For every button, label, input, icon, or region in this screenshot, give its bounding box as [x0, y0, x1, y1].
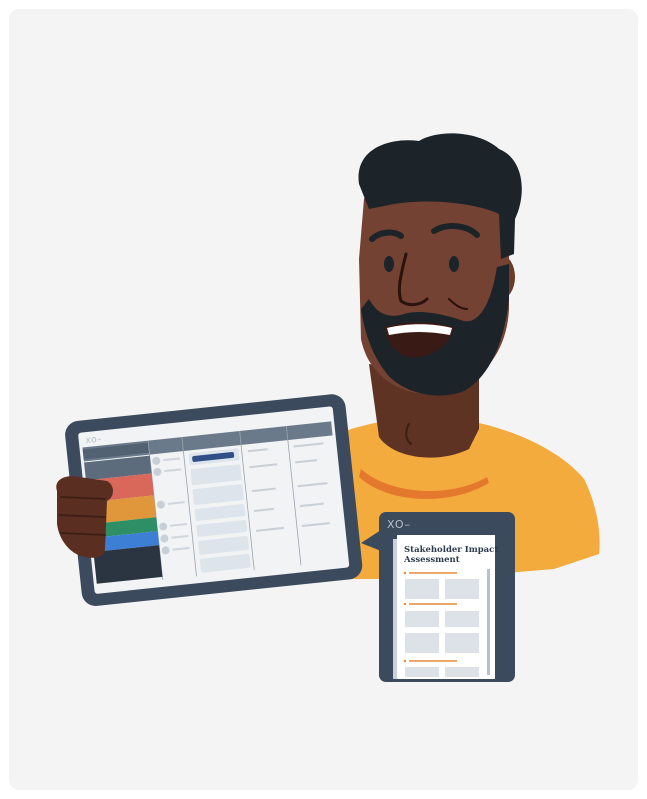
eye-left — [384, 256, 394, 272]
document-scrollbar — [487, 569, 490, 675]
illustration-card: XO– XO– Stakeholder Impact Assessment — [9, 9, 638, 790]
document-title-2: Assessment — [403, 555, 460, 565]
document-logo: XO– — [387, 518, 411, 531]
tablet-logo: XO– — [85, 435, 102, 445]
document-title: Stakeholder Impact — [404, 545, 498, 555]
tablet: XO– — [65, 394, 363, 606]
document-card: XO– Stakeholder Impact Assessment — [361, 512, 515, 682]
hand — [56, 476, 113, 558]
eye-right — [449, 256, 459, 272]
